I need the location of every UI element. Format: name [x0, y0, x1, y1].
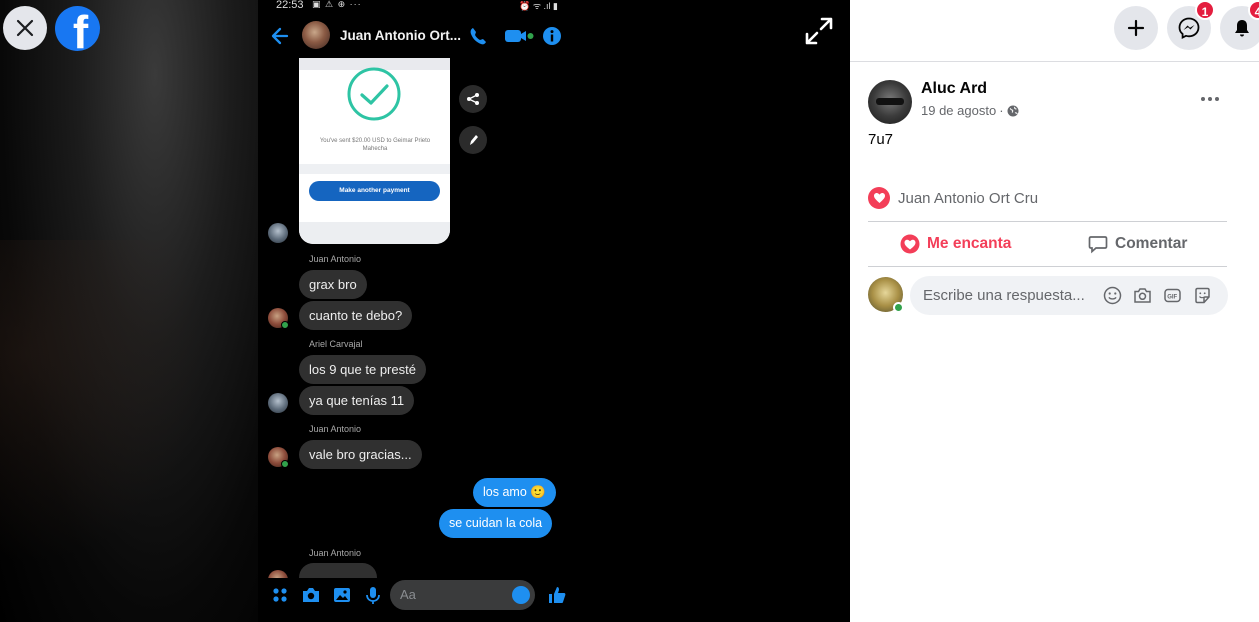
phone-call-icon[interactable]	[468, 26, 488, 46]
photo-viewer: f 22:53 ▣ ⚠ ⊕ ··· ⏰ ᯤ .ıl ▮ Juan Antonio…	[0, 0, 850, 622]
notifications-badge: 4	[1248, 0, 1259, 20]
facebook-logo-letter: f	[72, 6, 89, 51]
gif-icon[interactable]: GIF	[1163, 286, 1182, 305]
post-text: 7u7	[868, 131, 894, 148]
blurred-background	[0, 0, 258, 622]
reactor-name[interactable]: Juan Antonio Ort Cru	[898, 190, 1038, 207]
messenger-badge: 1	[1195, 0, 1215, 20]
contact-name[interactable]: Juan Antonio Ort...	[340, 28, 461, 43]
camera-icon[interactable]	[301, 585, 321, 605]
reaction-summary[interactable]: Juan Antonio Ort Cru	[868, 186, 1038, 210]
facebook-logo[interactable]: f	[55, 6, 100, 51]
gallery-icon[interactable]	[332, 585, 352, 605]
reply-input[interactable]: Escribe una respuesta... GIF	[910, 276, 1228, 315]
apps-grid-icon[interactable]	[270, 585, 290, 605]
image-bottom-strip	[299, 222, 450, 244]
phone-status-bar: 22:53 ▣ ⚠ ⊕ ··· ⏰ ᯤ .ıl ▮	[258, 0, 588, 12]
microphone-icon[interactable]	[363, 585, 383, 605]
message-bubble[interactable]: ya que tenías 11	[299, 386, 415, 415]
sender-avatar[interactable]	[268, 223, 288, 243]
payment-confirmation-image[interactable]: You've sent $20.00 USD to Geimar Prieto …	[299, 58, 450, 244]
bell-icon	[1235, 20, 1249, 37]
messenger-button[interactable]: 1	[1167, 0, 1215, 50]
payment-sent-text: You've sent $20.00 USD to Geimar Prieto …	[319, 138, 431, 152]
my-message-bubble[interactable]: se cuidan la cola	[439, 509, 553, 538]
message-bubble[interactable]: cuanto te debo?	[299, 301, 413, 330]
emoji-icon[interactable]	[1103, 286, 1122, 305]
meta-separator: ·	[999, 103, 1004, 118]
chat-header: Juan Antonio Ort...	[258, 18, 588, 54]
checkmark-icon	[347, 67, 401, 121]
status-left-icons: ▣ ⚠ ⊕ ···	[312, 0, 362, 9]
camera-icon[interactable]	[1133, 286, 1152, 305]
messenger-screenshot: 22:53 ▣ ⚠ ⊕ ··· ⏰ ᯤ .ıl ▮ Juan Antonio O…	[258, 0, 588, 622]
thumbs-up-icon[interactable]	[547, 585, 567, 605]
notifications-button[interactable]: 4	[1220, 0, 1259, 50]
share-button[interactable]	[459, 85, 487, 113]
message-input-placeholder: Aa	[400, 587, 416, 602]
love-reaction-icon	[868, 187, 890, 209]
sender-name: Juan Antonio	[309, 548, 362, 558]
pencil-icon	[470, 135, 478, 145]
reply-placeholder: Escribe una respuesta...	[923, 287, 1085, 304]
make-another-payment-button: Make another payment	[309, 181, 440, 201]
sender-avatar[interactable]	[268, 447, 289, 468]
post-options-button[interactable]	[1193, 86, 1227, 112]
comment-icon	[1088, 236, 1108, 254]
message-bubble[interactable]: vale bro gracias...	[299, 440, 422, 469]
video-call-icon[interactable]	[504, 28, 534, 44]
globe-icon	[1007, 105, 1019, 116]
close-button[interactable]	[3, 6, 47, 50]
comment-label: Comentar	[1115, 235, 1188, 252]
status-right-icons: ⏰ ᯤ .ıl ▮	[519, 1, 558, 11]
contact-avatar[interactable]	[302, 21, 330, 49]
info-icon[interactable]	[542, 26, 562, 46]
online-indicator	[281, 460, 289, 468]
expand-icon[interactable]	[804, 16, 834, 46]
post-panel: 1 4 Aluc Ard 19 de agosto · 7u7 Juan Ant…	[850, 0, 1259, 622]
status-time: 22:53	[276, 0, 304, 11]
edit-button[interactable]	[459, 126, 487, 154]
svg-text:GIF: GIF	[1167, 295, 1177, 301]
message-composer: Aa	[258, 578, 588, 612]
sender-name: Juan Antonio	[309, 254, 362, 264]
love-reaction-label: Me encanta	[927, 235, 1012, 252]
plus-icon	[1127, 19, 1145, 37]
sender-name: Ariel Carvajal	[309, 339, 363, 349]
message-bubble[interactable]: grax bro	[299, 270, 367, 299]
post-date[interactable]: 19 de agosto	[921, 103, 996, 118]
message-bubble[interactable]: los 9 que te presté	[299, 355, 426, 384]
create-button[interactable]	[1114, 6, 1158, 50]
panel-top-bar: 1 4	[850, 0, 1259, 62]
emoji-icon[interactable]	[512, 586, 530, 604]
online-indicator	[893, 302, 904, 313]
comment-button[interactable]: Comentar	[1088, 226, 1187, 262]
heart-icon	[900, 234, 920, 254]
image-separator	[299, 164, 450, 174]
messenger-icon	[1178, 17, 1200, 39]
more-dots-icon	[1201, 97, 1219, 101]
divider	[868, 266, 1227, 267]
message-input[interactable]: Aa	[390, 580, 535, 610]
post-author-name[interactable]: Aluc Ard	[921, 80, 987, 98]
sender-avatar[interactable]	[268, 393, 288, 413]
my-message-bubble[interactable]: los amo 🙂	[473, 478, 556, 507]
divider	[868, 221, 1227, 222]
post-meta: 19 de agosto ·	[921, 103, 1019, 118]
back-arrow-icon[interactable]	[270, 26, 290, 46]
sender-avatar[interactable]	[268, 308, 289, 329]
author-avatar[interactable]	[868, 80, 912, 124]
close-icon	[16, 19, 34, 37]
online-indicator	[281, 321, 289, 329]
love-reaction-button[interactable]: Me encanta	[900, 226, 1011, 262]
sticker-icon[interactable]	[1193, 286, 1212, 305]
share-icon	[467, 93, 479, 105]
sender-name: Juan Antonio	[309, 424, 362, 434]
